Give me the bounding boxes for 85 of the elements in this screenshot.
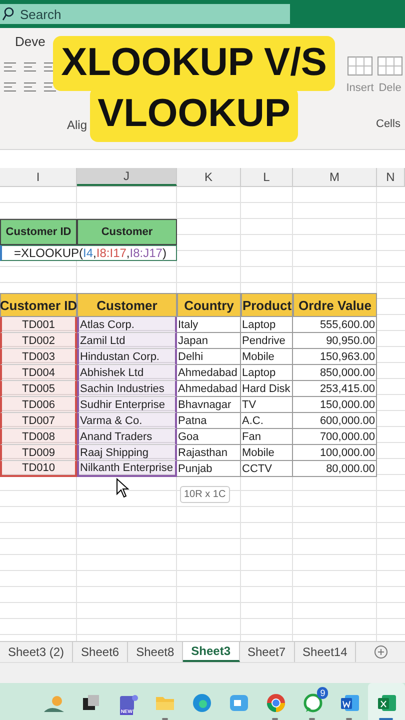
table-cell: Bhavnagar (177, 397, 241, 413)
excel-icon (376, 692, 398, 714)
video-call-icon (228, 692, 250, 714)
table-cell: Varma & Co. (77, 413, 177, 429)
table-cell: TD006 (0, 397, 77, 413)
table-cell: TD009 (0, 445, 77, 461)
align-icon[interactable] (4, 62, 16, 72)
table-header: Ordre Value (293, 293, 377, 317)
chrome-icon (264, 692, 287, 714)
table-cell: TD008 (0, 429, 77, 445)
formula-input[interactable]: =XLOOKUP(I4,I8:I17,I8:J17) (0, 245, 177, 261)
table-cell: Mobile (241, 349, 293, 365)
table-header: Customer (77, 293, 177, 317)
table-header: Product (241, 293, 293, 317)
table-cell: Hindustan Corp. (77, 349, 177, 365)
table-cell: 253,415.00 (293, 381, 377, 397)
table-cell: 100,000.00 (293, 445, 377, 461)
table-cell: Raaj Shipping (77, 445, 177, 461)
table-cell: TD010 (0, 461, 77, 477)
ribbon-tab[interactable]: Deve (15, 34, 46, 49)
table-cell: Abhishek Ltd (77, 365, 177, 381)
sheet-tab[interactable]: Sheet3 (183, 642, 240, 662)
column-header[interactable]: M (293, 168, 377, 186)
table-cell: Sudhir Enterprise (77, 397, 177, 413)
table-header: Customer ID (0, 293, 77, 317)
table-cell: Mobile (241, 445, 293, 461)
table-cell: TD007 (0, 413, 77, 429)
align-icon[interactable] (24, 82, 36, 92)
mouse-cursor-icon (116, 478, 130, 498)
table-cell: TV (241, 397, 293, 413)
table-cell: Pendrive (241, 333, 293, 349)
table-cell: 600,000.00 (293, 413, 377, 429)
selection-tooltip: 10R x 1C (180, 486, 230, 503)
add-sheet-button[interactable] (374, 645, 388, 659)
edge-icon (191, 692, 214, 714)
align-icon[interactable] (4, 82, 16, 92)
table-cell: TD004 (0, 365, 77, 381)
table-cell: 850,000.00 (293, 365, 377, 381)
table-cell: 150,963.00 (293, 349, 377, 365)
table-cell: 700,000.00 (293, 429, 377, 445)
table-cell: Hard Disk (241, 381, 293, 397)
column-header[interactable]: N (377, 168, 405, 186)
table-cell: TD003 (0, 349, 77, 365)
table-cell: Italy (177, 317, 241, 333)
table-cell: 80,000.00 (293, 461, 377, 477)
search-icon (0, 4, 20, 24)
table-cell: Anand Traders (77, 429, 177, 445)
column-header[interactable]: J (77, 168, 177, 186)
title-banner: XLOOKUP V/S (53, 36, 335, 91)
table-cell: Rajasthan (177, 445, 241, 461)
align-icon[interactable] (44, 82, 56, 92)
table-header: Customer (77, 219, 177, 245)
search-field[interactable]: Search (20, 4, 290, 24)
table-cell: A.C. (241, 413, 293, 429)
table-cell: Zamil Ltd (77, 333, 177, 349)
table-cell: 150,000.00 (293, 397, 377, 413)
table-cell: 555,600.00 (293, 317, 377, 333)
align-icon[interactable] (24, 62, 36, 72)
table-header: Customer ID (0, 219, 77, 245)
notification-badge: 9 (317, 687, 328, 699)
table-cell: Atlas Corp. (77, 317, 177, 333)
table-cell: 90,950.00 (293, 333, 377, 349)
table-cell: TD001 (0, 317, 77, 333)
taskbar-app[interactable]: 9 (294, 683, 332, 720)
table-cell: Laptop (241, 317, 293, 333)
table-cell: Fan (241, 429, 293, 445)
table-cell: Goa (177, 429, 241, 445)
table-cell: Ahmedabad (177, 381, 241, 397)
table-cell: Japan (177, 333, 241, 349)
table-cell: CCTV (241, 461, 293, 477)
table-cell: Laptop (241, 365, 293, 381)
word-icon (338, 692, 361, 714)
table-cell: Delhi (177, 349, 241, 365)
table-cell: TD005 (0, 381, 77, 397)
table-cell: Punjab (177, 461, 241, 477)
table-cell: Sachin Industries (77, 381, 177, 397)
column-header[interactable]: L (241, 168, 293, 186)
table-cell: Ahmedabad (177, 365, 241, 381)
table-cell: TD002 (0, 333, 77, 349)
table-cell: Patna (177, 413, 241, 429)
column-header[interactable]: K (177, 168, 241, 186)
table-cell: Nilkanth Enterprise (77, 461, 177, 477)
group-label: Alig (67, 118, 88, 132)
group-label: Cells (376, 118, 400, 130)
table-header: Country (177, 293, 241, 317)
